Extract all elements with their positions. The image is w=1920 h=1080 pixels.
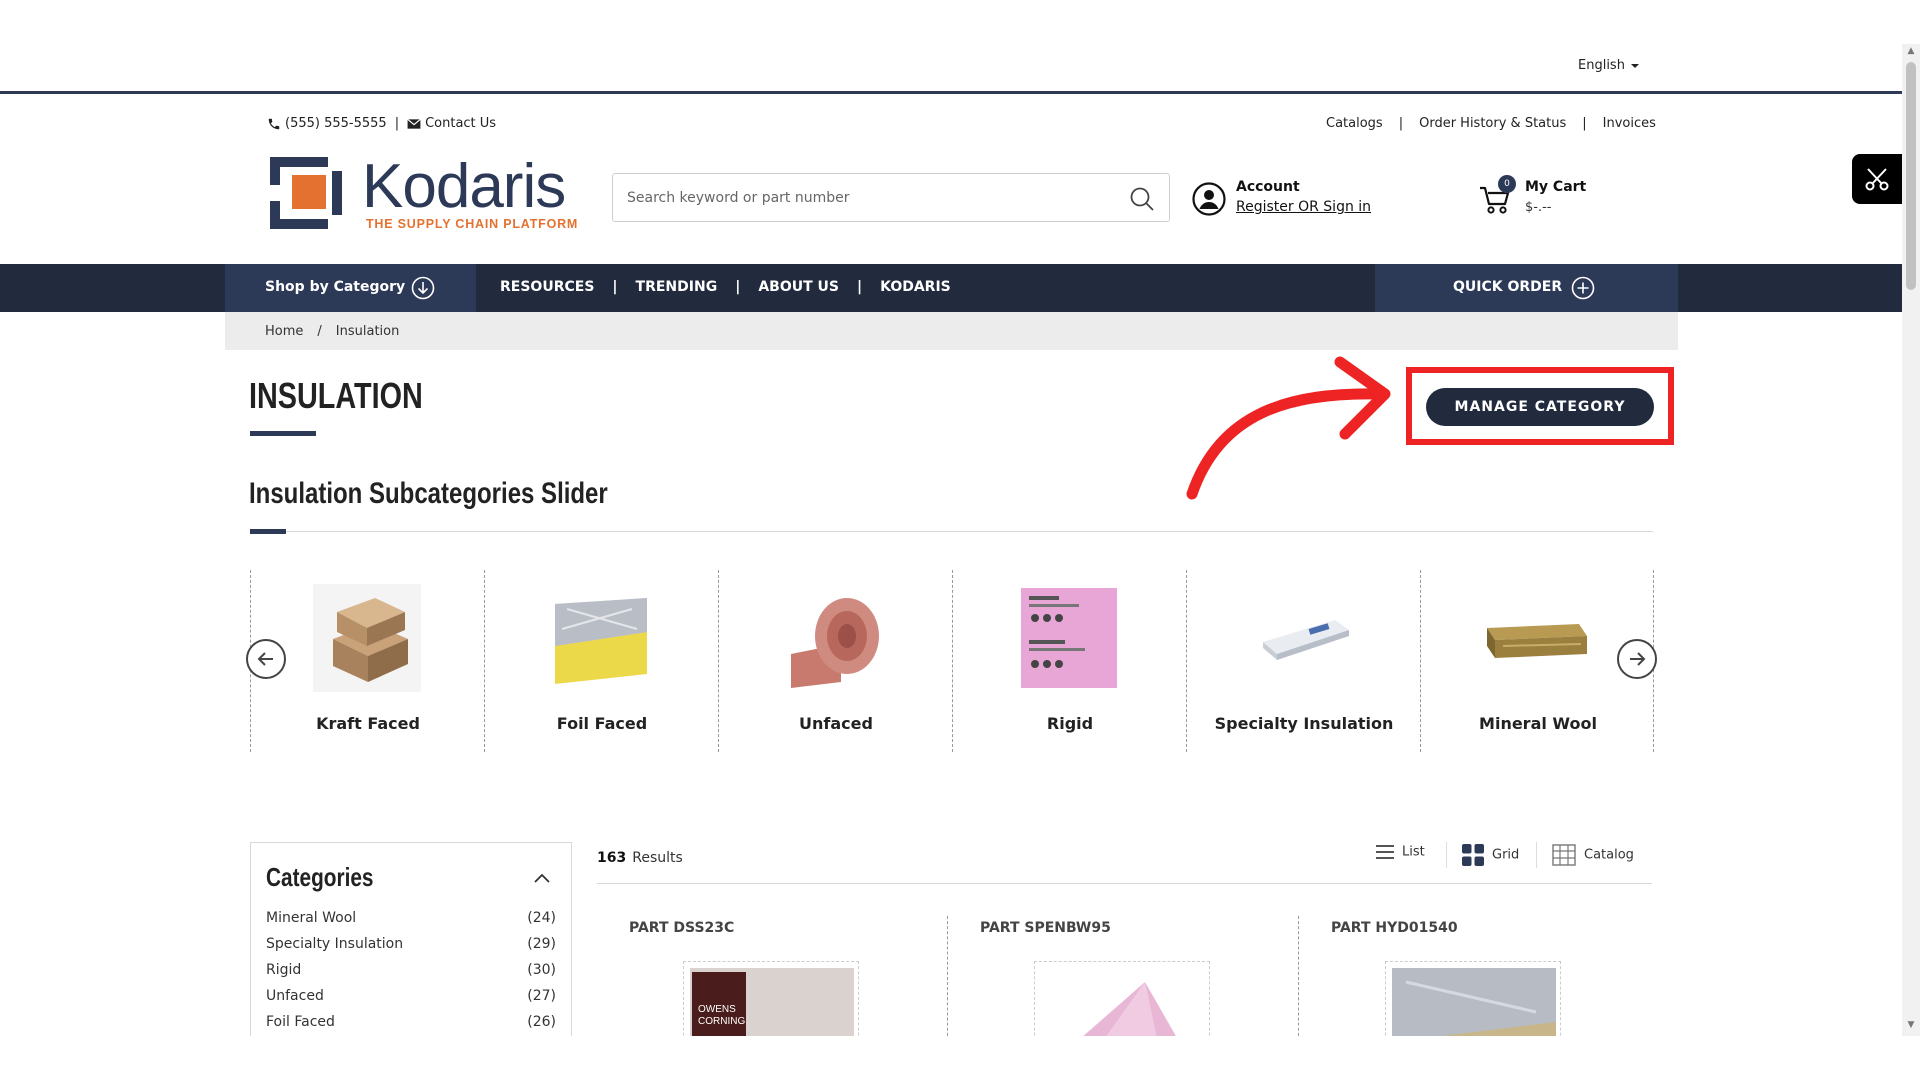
logo-mark-icon (270, 157, 342, 229)
circle-arrow-down-icon (411, 276, 435, 300)
quick-order-button[interactable]: QUICK ORDER (1375, 264, 1678, 312)
list-icon (1376, 845, 1394, 859)
unfaced-roll-image (791, 598, 879, 688)
phone-icon (268, 118, 280, 129)
product-title[interactable]: PART HYD01540 (1331, 920, 1458, 936)
category-filter-item[interactable]: Mineral Wool (24) (266, 910, 556, 932)
subcategory-unfaced[interactable]: Unfaced (718, 570, 952, 752)
cart-total: $-.-- (1525, 200, 1552, 215)
view-grid-button[interactable]: Grid (1462, 844, 1519, 866)
slider-next-button[interactable] (1617, 639, 1657, 679)
slider-title-rule (250, 531, 1653, 532)
nav-kodaris[interactable]: KODARIS (880, 279, 951, 295)
subcategory-label: Rigid (1046, 714, 1094, 733)
results-count: 163 Results (597, 850, 683, 866)
kodaris-logo[interactable]: Kodaris THE SUPPLY CHAIN PLATFORM (270, 152, 590, 237)
arrow-right-icon (1630, 652, 1646, 666)
view-catalog-button[interactable]: Catalog (1552, 844, 1634, 866)
view-divider (1536, 842, 1537, 868)
specialty-insulation-image (1263, 620, 1349, 660)
slider-prev-button[interactable] (246, 639, 286, 679)
svg-text:OWENS: OWENS (698, 1004, 736, 1015)
subcategory-label: Foil Faced (556, 714, 648, 733)
subcategory-foil-faced[interactable]: Foil Faced (484, 570, 718, 752)
header-top-rule (0, 91, 1902, 94)
invoices-link[interactable]: Invoices (1603, 116, 1656, 131)
nav-about-us[interactable]: ABOUT US (758, 279, 839, 295)
breadcrumb-bar (225, 312, 1678, 350)
language-label: English (1578, 58, 1625, 73)
subcategory-label: Specialty Insulation (1214, 714, 1394, 733)
page-title: INSULATION (249, 375, 423, 416)
scrollbar-thumb[interactable] (1906, 62, 1916, 290)
category-filter-item[interactable]: Rigid (30) (266, 962, 556, 984)
slider-title-accent (250, 529, 286, 534)
foil-faced-batt-image (555, 598, 647, 684)
user-avatar-icon[interactable] (1192, 182, 1226, 216)
circle-plus-icon (1571, 276, 1595, 300)
nav-resources[interactable]: RESOURCES (500, 279, 594, 295)
chevron-up-icon[interactable] (532, 868, 552, 888)
subcategory-label: Mineral Wool (1479, 714, 1597, 733)
product-card[interactable]: PART DSS23C OWENS CORNING (597, 916, 947, 1051)
table-icon (1552, 844, 1576, 866)
utility-links: Catalogs | Order History & Status | Invoices (1326, 116, 1656, 131)
svg-text:CORNING: CORNING (698, 1016, 745, 1027)
editor-tool-button[interactable] (1852, 154, 1902, 204)
cart-count-badge: 0 (1498, 175, 1516, 193)
product-card[interactable]: PART SPENBW95 (948, 916, 1298, 1051)
search-box (612, 173, 1170, 222)
product-title[interactable]: PART SPENBW95 (980, 920, 1111, 936)
scroll-up-arrow-icon[interactable]: ▲ (1905, 46, 1917, 58)
search-input[interactable] (627, 186, 1107, 210)
catalogs-link[interactable]: Catalogs (1326, 116, 1383, 131)
logo-tagline: THE SUPPLY CHAIN PLATFORM (366, 217, 579, 231)
product-title[interactable]: PART DSS23C (629, 920, 734, 936)
categories-title: Categories (266, 862, 374, 892)
phone-number[interactable]: (555) 555-5555 (285, 116, 387, 131)
view-divider (1446, 842, 1447, 868)
rigid-board-image (1021, 588, 1117, 688)
breadcrumb-current: Insulation (335, 324, 400, 339)
nav-links: RESOURCES | TRENDING | ABOUT US | KODARIS (500, 279, 951, 295)
shop-by-category-label: Shop by Category (265, 279, 406, 295)
register-sign-in-link[interactable]: Register OR Sign in (1236, 199, 1371, 215)
subcategory-label: Kraft Faced (316, 714, 420, 733)
product-card[interactable]: PART HYD01540 (1299, 916, 1649, 1051)
category-filter-item[interactable]: Specialty Insulation (29) (266, 936, 556, 958)
mineral-wool-image (1487, 624, 1587, 658)
language-selector[interactable]: English (1578, 58, 1639, 73)
subcategory-rigid[interactable]: Rigid (952, 570, 1186, 752)
category-filter-item[interactable]: Unfaced (27) (266, 988, 556, 1010)
shop-by-category-button[interactable]: Shop by Category (225, 264, 476, 312)
category-filter-item[interactable]: Foil Faced (26) (266, 1014, 556, 1036)
contact-bar: (555) 555-5555 | Contact Us (267, 116, 496, 131)
subcategory-specialty-insulation[interactable]: Specialty Insulation (1186, 570, 1420, 752)
nav-trending[interactable]: TRENDING (636, 279, 718, 295)
quick-order-label: QUICK ORDER (1453, 279, 1563, 295)
cart-title[interactable]: My Cart (1525, 179, 1586, 195)
subcategory-label: Unfaced (799, 714, 873, 733)
order-history-link[interactable]: Order History & Status (1419, 116, 1566, 131)
breadcrumb: Home / Insulation (265, 324, 400, 339)
grid-icon (1462, 844, 1484, 866)
view-list-button[interactable]: List (1376, 844, 1425, 860)
arrow-left-icon (257, 652, 273, 666)
breadcrumb-home[interactable]: Home (265, 324, 303, 339)
kraft-faced-batt-image (313, 584, 421, 692)
scissors-icon (1865, 168, 1889, 191)
scroll-down-arrow-icon[interactable]: ▼ (1905, 1020, 1917, 1032)
annotation-arrow-icon (1186, 356, 1391, 500)
account-title: Account (1236, 179, 1300, 195)
search-icon[interactable] (1129, 186, 1155, 212)
manage-category-button[interactable]: MANAGE CATEGORY (1426, 388, 1654, 426)
results-divider (597, 883, 1652, 884)
caret-down-icon (1630, 63, 1639, 68)
logo-wordmark: Kodaris (362, 152, 566, 221)
contact-us-link[interactable]: Contact Us (425, 116, 496, 131)
viewport-bottom (0, 1036, 1920, 1080)
title-underline (250, 431, 316, 436)
envelope-icon (407, 118, 421, 129)
slider-title: Insulation Subcategories Slider (249, 477, 608, 510)
